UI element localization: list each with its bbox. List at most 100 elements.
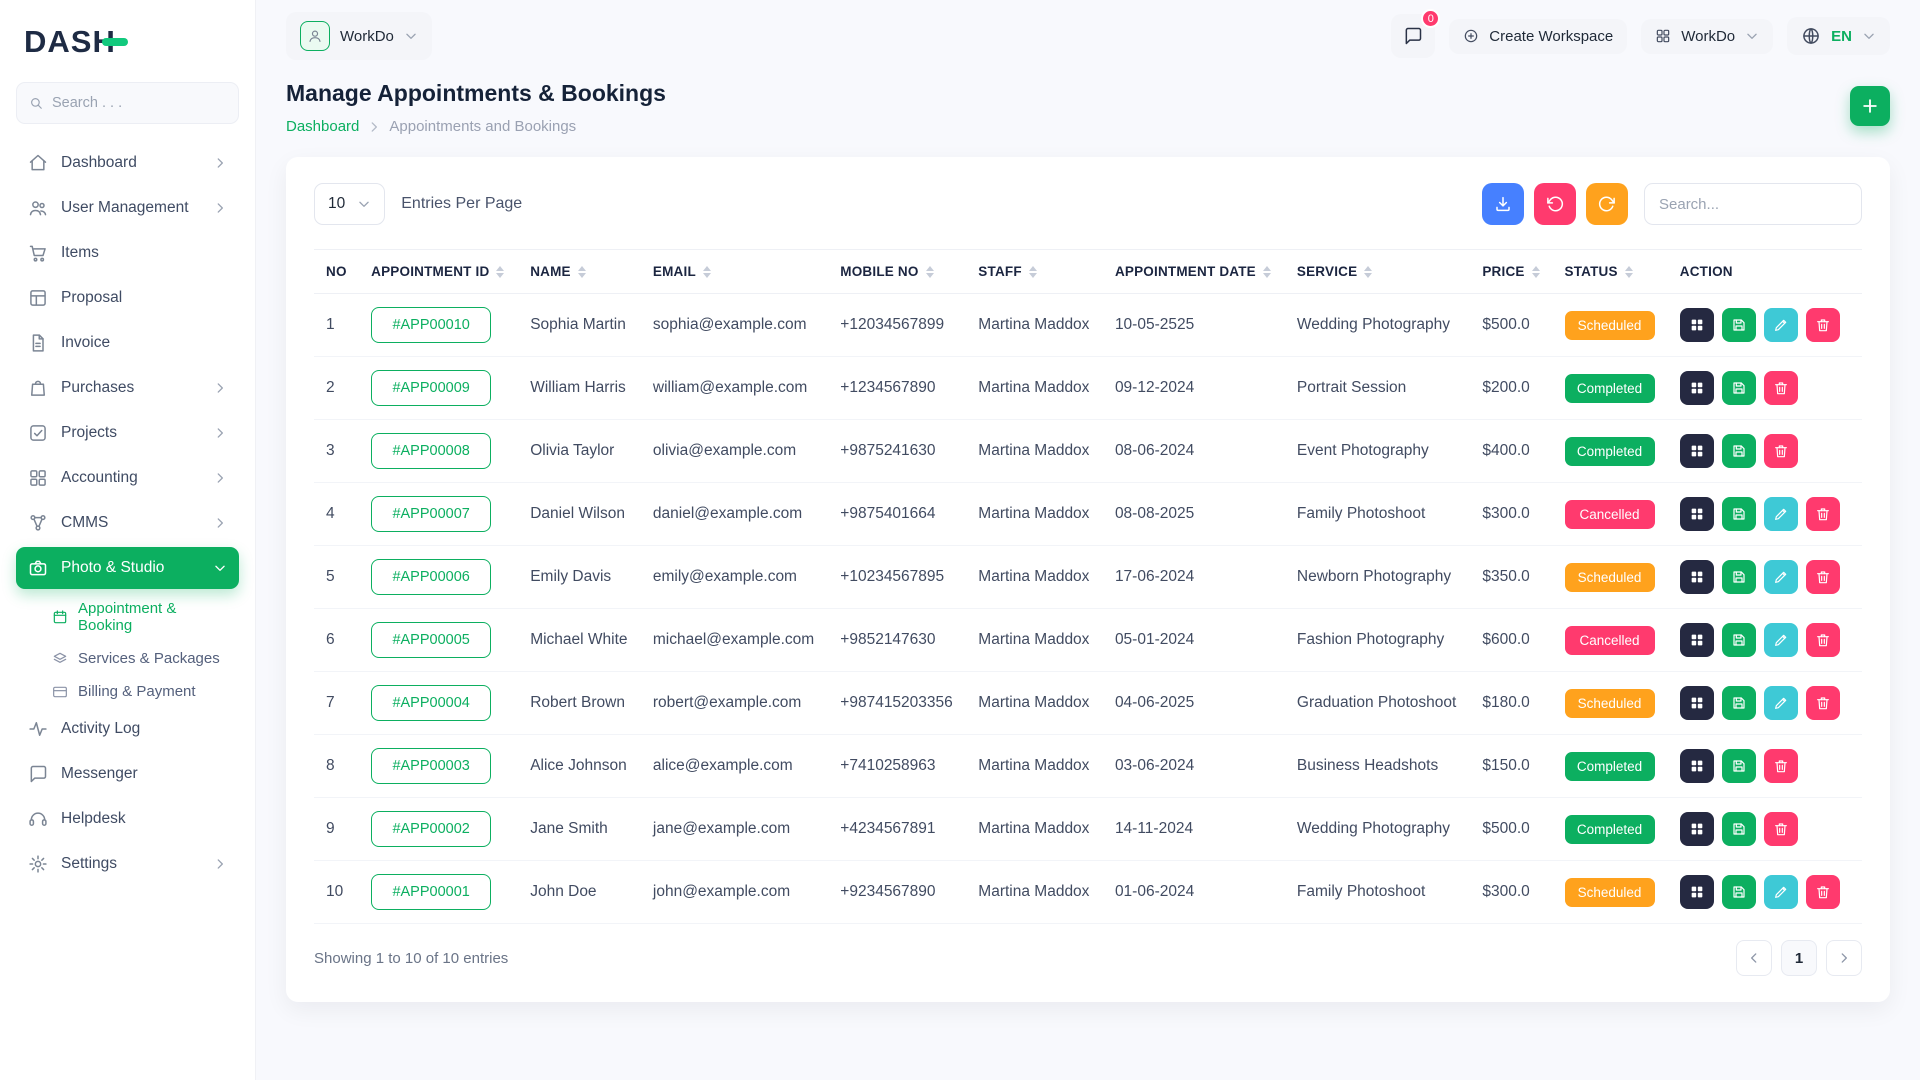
column-appointment-id[interactable]: APPOINTMENT ID xyxy=(359,249,519,294)
appointment-id-badge[interactable]: #APP00003 xyxy=(371,748,492,784)
save-action-button[interactable] xyxy=(1721,623,1756,657)
save-action-button[interactable] xyxy=(1721,560,1756,594)
save-action-button[interactable] xyxy=(1721,497,1756,531)
appointment-id-badge[interactable]: #APP00008 xyxy=(371,433,492,469)
language-label: EN xyxy=(1831,27,1852,45)
create-workspace-button[interactable]: Create Workspace xyxy=(1449,18,1628,54)
edit-action-button[interactable] xyxy=(1763,560,1798,594)
save-action-button[interactable] xyxy=(1721,371,1756,405)
save-action-button[interactable] xyxy=(1721,812,1756,846)
workdo-menu-button[interactable]: WorkDo xyxy=(1641,18,1774,54)
add-appointment-button[interactable] xyxy=(1850,86,1890,126)
save-icon xyxy=(1731,884,1747,900)
save-action-button[interactable] xyxy=(1721,308,1756,342)
edit-action-button[interactable] xyxy=(1763,308,1798,342)
column-name[interactable]: NAME xyxy=(518,249,641,294)
chevron-right-icon xyxy=(213,381,227,395)
language-selector[interactable]: EN xyxy=(1787,17,1890,55)
delete-action-button[interactable] xyxy=(1763,434,1798,468)
details-action-button[interactable] xyxy=(1679,497,1714,531)
details-action-button[interactable] xyxy=(1679,434,1714,468)
sidebar-item-appointment-and-booking[interactable]: Appointment & Booking xyxy=(16,592,239,642)
sidebar-item-user-management[interactable]: User Management xyxy=(16,187,239,229)
details-action-button[interactable] xyxy=(1679,560,1714,594)
cell-email: daniel@example.com xyxy=(640,482,829,546)
column-email[interactable]: EMAIL xyxy=(640,249,829,294)
appointment-id-badge[interactable]: #APP00006 xyxy=(371,559,492,595)
appointment-id-badge[interactable]: #APP00004 xyxy=(371,685,492,721)
delete-action-button[interactable] xyxy=(1805,560,1840,594)
save-action-button[interactable] xyxy=(1721,875,1756,909)
save-action-button[interactable] xyxy=(1721,686,1756,720)
column-appointment-date[interactable]: APPOINTMENT DATE xyxy=(1102,249,1285,294)
sidebar-item-photo-and-studio[interactable]: Photo & Studio xyxy=(16,547,239,589)
details-action-button[interactable] xyxy=(1679,686,1714,720)
sidebar-item-services-and-packages[interactable]: Services & Packages xyxy=(16,642,239,675)
sidebar-item-projects[interactable]: Projects xyxy=(16,412,239,454)
sidebar-search-input[interactable] xyxy=(52,95,226,111)
details-action-button[interactable] xyxy=(1679,875,1714,909)
sidebar-item-invoice[interactable]: Invoice xyxy=(16,322,239,364)
save-action-button[interactable] xyxy=(1721,749,1756,783)
cell-email: jane@example.com xyxy=(640,797,829,861)
workspace-switcher[interactable]: WorkDo xyxy=(286,12,432,60)
sidebar-item-items[interactable]: Items xyxy=(16,232,239,274)
edit-action-button[interactable] xyxy=(1763,686,1798,720)
appointment-id-badge[interactable]: #APP00009 xyxy=(371,370,492,406)
column-status[interactable]: STATUS xyxy=(1552,249,1668,294)
undo-button[interactable] xyxy=(1534,183,1576,225)
details-action-button[interactable] xyxy=(1679,623,1714,657)
pagination-next-button[interactable] xyxy=(1826,940,1862,976)
details-action-button[interactable] xyxy=(1679,749,1714,783)
pagination-page-button[interactable]: 1 xyxy=(1781,940,1817,976)
messages-button[interactable]: 0 xyxy=(1391,9,1441,58)
sidebar-item-billing-and-payment[interactable]: Billing & Payment xyxy=(16,675,239,708)
delete-action-button[interactable] xyxy=(1805,623,1840,657)
sidebar-item-messenger[interactable]: Messenger xyxy=(16,753,239,795)
details-action-button[interactable] xyxy=(1679,308,1714,342)
appointment-id-badge[interactable]: #APP00002 xyxy=(371,811,492,847)
sidebar-item-activity-log[interactable]: Activity Log xyxy=(16,708,239,750)
sidebar-item-purchases[interactable]: Purchases xyxy=(16,367,239,409)
sidebar-item-helpdesk[interactable]: Helpdesk xyxy=(16,798,239,840)
edit-action-button[interactable] xyxy=(1763,497,1798,531)
delete-action-button[interactable] xyxy=(1763,812,1798,846)
export-button[interactable] xyxy=(1482,183,1524,225)
delete-action-button[interactable] xyxy=(1763,371,1798,405)
appointment-id-badge[interactable]: #APP00001 xyxy=(371,874,492,910)
table-search-input[interactable] xyxy=(1644,183,1862,225)
delete-action-button[interactable] xyxy=(1805,497,1840,531)
column-staff[interactable]: STAFF xyxy=(966,249,1103,294)
sidebar-item-accounting[interactable]: Accounting xyxy=(16,457,239,499)
chat-icon xyxy=(1403,26,1423,46)
pagination-prev-button[interactable] xyxy=(1736,940,1772,976)
appointment-id-badge[interactable]: #APP00010 xyxy=(371,307,492,343)
delete-action-button[interactable] xyxy=(1805,875,1840,909)
details-action-button[interactable] xyxy=(1679,812,1714,846)
edit-action-button[interactable] xyxy=(1763,875,1798,909)
sidebar-item-proposal[interactable]: Proposal xyxy=(16,277,239,319)
column-price[interactable]: PRICE xyxy=(1470,249,1553,294)
appointment-id-badge[interactable]: #APP00005 xyxy=(371,622,492,658)
column-service[interactable]: SERVICE xyxy=(1284,249,1471,294)
sidebar-search[interactable] xyxy=(16,82,239,124)
delete-action-button[interactable] xyxy=(1805,686,1840,720)
sidebar-item-settings[interactable]: Settings xyxy=(16,843,239,885)
cell-actions xyxy=(1667,545,1862,609)
cell-service: Event Photography xyxy=(1284,419,1471,483)
delete-action-button[interactable] xyxy=(1763,749,1798,783)
sidebar-item-cmms[interactable]: CMMS xyxy=(16,502,239,544)
delete-action-button[interactable] xyxy=(1805,308,1840,342)
breadcrumb-dashboard-link[interactable]: Dashboard xyxy=(286,118,359,135)
table-row: 4 #APP00007 Daniel Wilson daniel@example… xyxy=(314,482,1862,546)
edit-action-button[interactable] xyxy=(1763,623,1798,657)
save-action-button[interactable] xyxy=(1721,434,1756,468)
refresh-button[interactable] xyxy=(1586,183,1628,225)
details-action-button[interactable] xyxy=(1679,371,1714,405)
sidebar-item-dashboard[interactable]: Dashboard xyxy=(16,142,239,184)
column-mobile-no[interactable]: MOBILE NO xyxy=(828,249,967,294)
appointment-id-badge[interactable]: #APP00007 xyxy=(371,496,492,532)
sidebar-item-label: Purchases xyxy=(61,379,135,396)
cell-actions xyxy=(1667,419,1862,483)
entries-per-page-select[interactable]: 10 xyxy=(314,183,386,225)
